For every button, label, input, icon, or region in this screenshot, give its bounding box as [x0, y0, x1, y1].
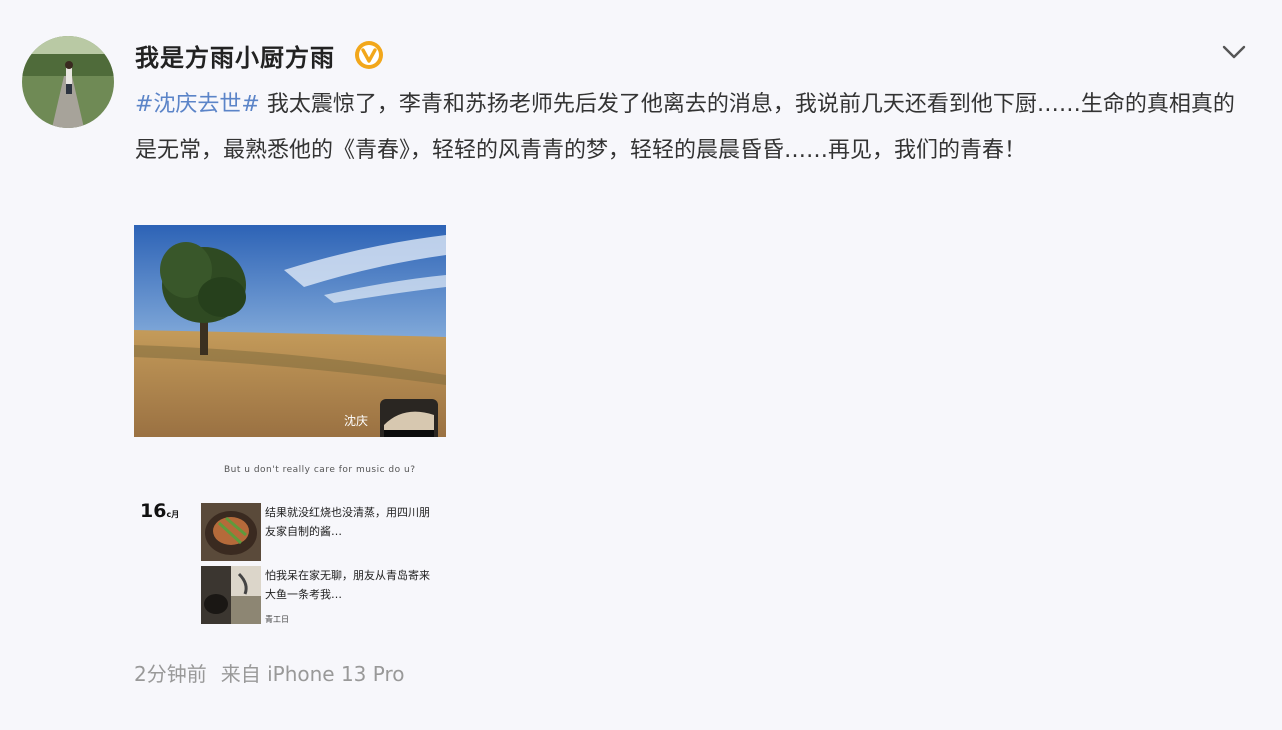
landscape-photo: 沈庆: [134, 225, 446, 437]
post-source: 来自 iPhone 13 Pro: [220, 662, 405, 686]
image-watermark: 沈庆: [344, 413, 368, 428]
mini-item-2-text: 怕我呆在家无聊，朋友从青岛寄来大鱼一条考我…: [265, 569, 430, 601]
hashtag-link[interactable]: #沈庆去世#: [135, 92, 260, 117]
food-image: [201, 503, 261, 561]
mini-date-unit: c月: [166, 510, 180, 519]
post-body: 我太震惊了，李青和苏扬老师先后发了他离去的消息，我说前几天还看到他下厨……生命的…: [135, 92, 1235, 163]
weibo-post-card: 我是方雨小厨方雨 #沈庆去世# 我太震惊了，李青和苏扬老师先后发了他离去的消息，…: [0, 0, 1282, 730]
post-image[interactable]: 沈庆: [134, 225, 446, 437]
food-thumbnail-1[interactable]: [201, 503, 261, 561]
mini-item-1-text: 结果就没红烧也没清蒸，用四川朋友家自制的酱…: [265, 506, 430, 538]
image-caption: But u don't really care for music do u?: [224, 465, 416, 475]
post-meta: 2分钟前 来自 iPhone 13 Pro: [134, 658, 419, 687]
verified-badge-icon: [355, 41, 383, 69]
post-time[interactable]: 2分钟前: [134, 662, 207, 686]
chevron-down-icon[interactable]: [1220, 42, 1248, 62]
mini-date: 16c月: [140, 500, 179, 522]
mini-item-footer: 青工日: [265, 615, 289, 624]
avatar-image: [22, 36, 114, 128]
food-thumbnail-2[interactable]: [201, 566, 261, 624]
post-content: #沈庆去世# 我太震惊了，李青和苏扬老师先后发了他离去的消息，我说前几天还看到他…: [135, 82, 1245, 174]
food-image: [201, 566, 261, 624]
author-avatar[interactable]: [22, 36, 114, 128]
author-name[interactable]: 我是方雨小厨方雨: [135, 38, 335, 73]
mini-date-number: 16: [140, 500, 167, 522]
